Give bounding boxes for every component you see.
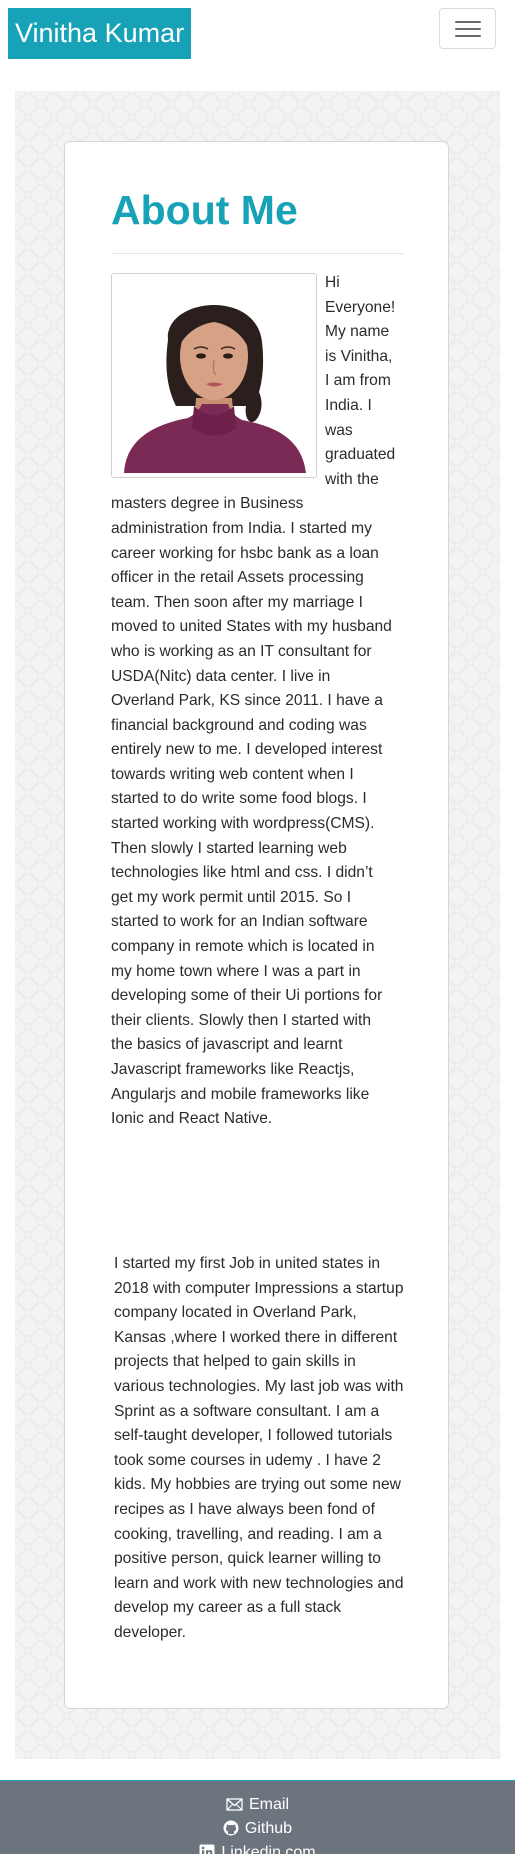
navbar-toggle-button[interactable] — [439, 8, 496, 49]
page-title: About Me — [111, 187, 298, 233]
hamburger-icon — [455, 21, 481, 23]
footer-link-github-label: Github — [244, 1820, 293, 1837]
footer-link-linkedin[interactable]: Linkedin.com — [0, 1842, 515, 1854]
profile-photo — [111, 273, 317, 478]
about-paragraph-1: Hi Everyone! My name is Vinitha, I am fr… — [111, 271, 396, 1132]
divider — [111, 253, 404, 254]
linkedin-icon — [199, 1844, 215, 1854]
envelope-icon — [226, 1797, 243, 1819]
navbar: Vinitha Kumar — [0, 0, 515, 68]
portrait-image — [116, 278, 312, 473]
about-card: About Me Hi Everyone! My name is Vinitha… — [64, 141, 449, 1709]
brand-logo[interactable]: Vinitha Kumar — [8, 8, 192, 59]
footer-link-email-label: Email — [248, 1796, 289, 1813]
footer-link-github[interactable]: Github — [0, 1818, 515, 1843]
footer: Email Github Linkedin.com — [0, 1780, 515, 1854]
github-icon — [223, 1820, 239, 1843]
footer-link-email[interactable]: Email — [0, 1794, 515, 1819]
about-paragraph-2: I started my first Job in united states … — [114, 1255, 404, 1641]
footer-link-linkedin-label: Linkedin.com — [221, 1844, 316, 1854]
